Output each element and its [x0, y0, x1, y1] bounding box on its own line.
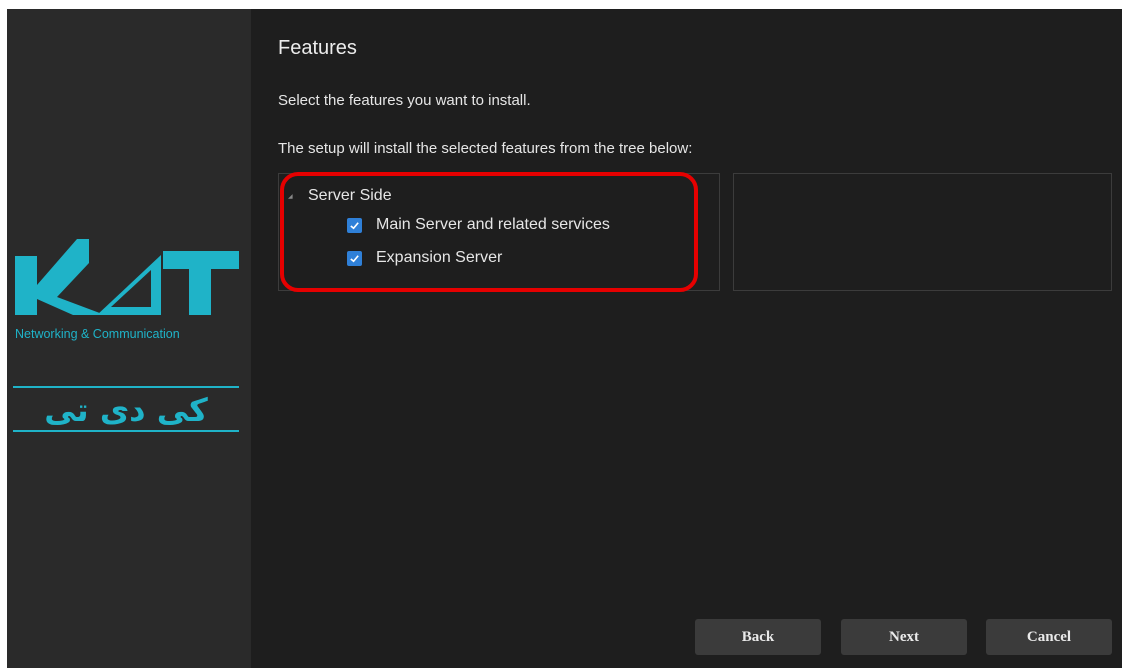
- cancel-button[interactable]: Cancel: [986, 619, 1112, 655]
- highlight-annotation: [280, 172, 698, 292]
- brand-tagline: Networking & Communication: [15, 327, 180, 341]
- sidebar: Networking & Communication کی دی تی: [7, 9, 251, 668]
- page-title: Features: [278, 37, 357, 59]
- main-content: Features Select the features you want to…: [251, 9, 1122, 668]
- back-button[interactable]: Back: [695, 619, 821, 655]
- next-button[interactable]: Next: [841, 619, 967, 655]
- logo-divider-top: [13, 386, 239, 388]
- page-instruction: The setup will install the selected feat…: [278, 140, 693, 157]
- logo-divider-bottom: [13, 430, 239, 432]
- brand-name-persian: کی دی تی: [44, 391, 208, 429]
- kdt-logo: [15, 239, 239, 315]
- page-subtitle: Select the features you want to install.: [278, 92, 531, 109]
- feature-description-panel: [733, 173, 1112, 291]
- setup-window: Networking & Communication کی دی تی Feat…: [7, 9, 1122, 668]
